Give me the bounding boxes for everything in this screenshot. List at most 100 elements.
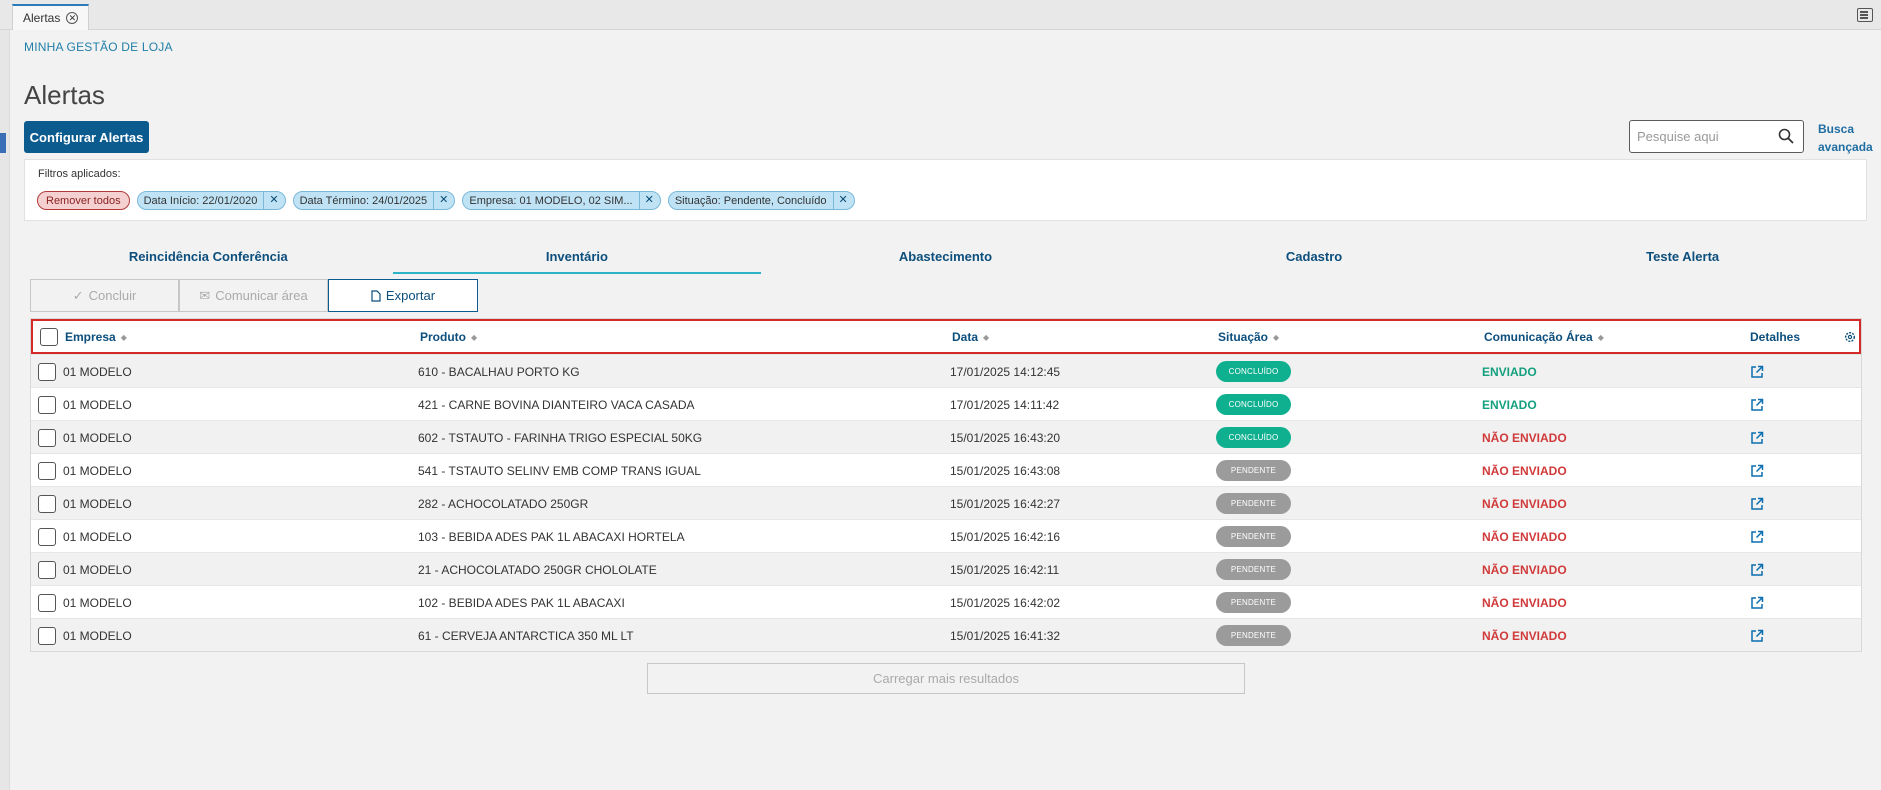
sort-icon: ◆ <box>983 332 990 342</box>
external-link-icon[interactable] <box>1750 497 1764 511</box>
conclude-label: Concluir <box>88 288 137 303</box>
cell-empresa: 01 MODELO <box>63 530 132 544</box>
row-checkbox[interactable] <box>38 429 56 447</box>
remove-all-filters-chip[interactable]: Remover todos <box>37 191 130 210</box>
external-link-icon[interactable] <box>1750 596 1764 610</box>
table-row: 01 MODELO 602 - TSTAUTO - FARINHA TRIGO E… <box>31 420 1861 453</box>
window-tab-label: Alertas <box>23 11 61 25</box>
communicate-label: Comunicar área <box>215 288 308 303</box>
status-badge: PENDENTE <box>1216 559 1291 580</box>
filter-chip-label: Situação: Pendente, Concluído <box>674 194 827 207</box>
status-badge: CONCLUÍDO <box>1216 394 1291 415</box>
cell-data: 15/01/2025 16:42:16 <box>950 530 1061 544</box>
cell-produto: 610 - BACALHAU PORTO KG <box>418 365 580 379</box>
row-checkbox[interactable] <box>38 495 56 513</box>
tab-teste-alerta[interactable]: Teste Alerta <box>1498 244 1867 274</box>
row-checkbox[interactable] <box>38 528 56 546</box>
row-checkbox[interactable] <box>38 462 56 480</box>
table-row: 01 MODELO 610 - BACALHAU PORTO KG 17/01/20… <box>31 354 1861 387</box>
external-link-icon[interactable] <box>1750 431 1764 445</box>
tab-abastecimento[interactable]: Abastecimento <box>761 244 1130 274</box>
check-icon: ✓ <box>72 287 84 303</box>
cell-produto: 103 - BEBIDA ADES PAK 1L ABACAXI HORTELA <box>418 530 685 544</box>
column-header-data[interactable]: Data ◆ <box>952 330 989 344</box>
row-checkbox[interactable] <box>38 396 56 414</box>
cell-data: 15/01/2025 16:43:08 <box>950 464 1061 478</box>
status-badge: PENDENTE <box>1216 460 1291 481</box>
cell-data: 15/01/2025 16:43:20 <box>950 431 1061 445</box>
breadcrumb[interactable]: MINHA GESTÃO DE LOJA <box>24 40 173 54</box>
table-row: 01 MODELO 61 - CERVEJA ANTARCTICA 350 ML … <box>31 618 1861 651</box>
remove-filter-icon[interactable]: ✕ <box>433 192 448 209</box>
external-link-icon[interactable] <box>1750 629 1764 643</box>
communication-status: NÃO ENVIADO <box>1482 596 1567 610</box>
column-header-empresa[interactable]: Empresa ◆ <box>65 330 127 344</box>
row-checkbox[interactable] <box>38 363 56 381</box>
table-row: 01 MODELO 282 - ACHOCOLATADO 250GR 15/01/2… <box>31 486 1861 519</box>
communicate-area-button[interactable]: ✉ Comunicar área <box>179 279 328 312</box>
cell-empresa: 01 MODELO <box>63 398 132 412</box>
communication-status: NÃO ENVIADO <box>1482 464 1567 478</box>
filters-label: Filtros aplicados: <box>38 168 121 180</box>
cell-data: 15/01/2025 16:42:11 <box>950 563 1060 577</box>
external-link-icon[interactable] <box>1750 464 1764 478</box>
filter-chip-end-date: Data Término: 24/01/2025 ✕ <box>292 191 456 210</box>
gear-icon[interactable] <box>1844 331 1856 343</box>
tab-reincidencia-conferencia[interactable]: Reincidência Conferência <box>24 244 393 274</box>
external-link-icon[interactable] <box>1750 398 1764 412</box>
cell-produto: 602 - TSTAUTO - FARINHA TRIGO ESPECIAL 5… <box>418 431 703 445</box>
cell-data: 17/01/2025 14:12:45 <box>950 365 1061 379</box>
advanced-search-link[interactable]: Busca avançada <box>1818 120 1878 156</box>
remove-filter-icon[interactable]: ✕ <box>832 192 848 209</box>
tab-inventario[interactable]: Inventário <box>392 244 762 274</box>
window-menu-icon[interactable] <box>1857 8 1873 22</box>
cell-produto: 102 - BEBIDA ADES PAK 1L ABACAXI <box>418 596 625 610</box>
search-icon[interactable] <box>1778 128 1794 144</box>
search-input[interactable] <box>1630 121 1770 151</box>
select-all-checkbox[interactable] <box>40 328 58 346</box>
remove-filter-icon[interactable]: ✕ <box>263 192 279 209</box>
table-row: 01 MODELO 421 - CARNE BOVINA DIANTEIRO VA… <box>31 387 1861 420</box>
row-checkbox[interactable] <box>38 627 56 645</box>
row-checkbox[interactable] <box>38 561 56 579</box>
external-link-icon[interactable] <box>1750 530 1764 544</box>
column-header-comunicacao[interactable]: Comunicação Área ◆ <box>1484 330 1604 344</box>
sort-icon: ◆ <box>471 332 478 342</box>
row-checkbox[interactable] <box>38 594 56 612</box>
cell-empresa: 01 MODELO <box>63 464 132 478</box>
column-header-produto[interactable]: Produto ◆ <box>420 330 477 344</box>
tab-cadastro[interactable]: Cadastro <box>1130 244 1499 274</box>
load-more-button[interactable]: Carregar mais resultados <box>647 663 1245 694</box>
close-tab-icon[interactable]: ✕ <box>66 12 79 24</box>
export-button[interactable]: Exportar <box>328 279 478 312</box>
external-link-icon[interactable] <box>1750 365 1764 379</box>
cell-produto: 421 - CARNE BOVINA DIANTEIRO VACA CASADA <box>418 398 695 412</box>
external-link-icon[interactable] <box>1750 563 1764 577</box>
table-row: 01 MODELO 102 - BEBIDA ADES PAK 1L ABACAX… <box>31 585 1861 618</box>
envelope-icon: ✉ <box>199 287 211 303</box>
configure-alerts-button[interactable]: Configurar Alertas <box>24 121 149 153</box>
filter-chips: Remover todos Data Início: 22/01/2020 ✕ … <box>37 191 855 210</box>
window-tab-alertas[interactable]: Alertas ✕ <box>12 4 90 30</box>
status-badge: PENDENTE <box>1216 625 1291 646</box>
communication-status: NÃO ENVIADO <box>1482 629 1567 643</box>
applied-filters-panel: Filtros aplicados: Remover todos Data In… <box>24 159 1867 221</box>
sort-icon: ◆ <box>120 332 127 342</box>
status-badge: CONCLUÍDO <box>1216 361 1291 382</box>
remove-filter-icon[interactable]: ✕ <box>638 192 654 209</box>
window-tab-bar: Alertas ✕ <box>0 0 1881 30</box>
column-header-situacao[interactable]: Situação ◆ <box>1218 330 1279 344</box>
table-row: 01 MODELO 541 - TSTAUTO SELINV EMB COMP T… <box>31 453 1861 486</box>
column-header-detalhes: Detalhes <box>1750 330 1801 344</box>
conclude-button[interactable]: ✓ Concluir <box>30 279 179 312</box>
sort-icon: ◆ <box>1597 332 1604 342</box>
cell-produto: 541 - TSTAUTO SELINV EMB COMP TRANS IGUA… <box>418 464 701 478</box>
table-body: 01 MODELO 610 - BACALHAU PORTO KG 17/01/20… <box>31 354 1861 651</box>
filter-chip-label: Empresa: 01 MODELO, 02 SIM... <box>469 194 633 207</box>
status-badge: PENDENTE <box>1216 592 1291 613</box>
status-badge: CONCLUÍDO <box>1216 427 1291 448</box>
sidebar-active-marker <box>0 133 6 153</box>
cell-empresa: 01 MODELO <box>63 596 132 610</box>
cell-empresa: 01 MODELO <box>63 629 132 643</box>
cell-produto: 282 - ACHOCOLATADO 250GR <box>418 497 589 511</box>
